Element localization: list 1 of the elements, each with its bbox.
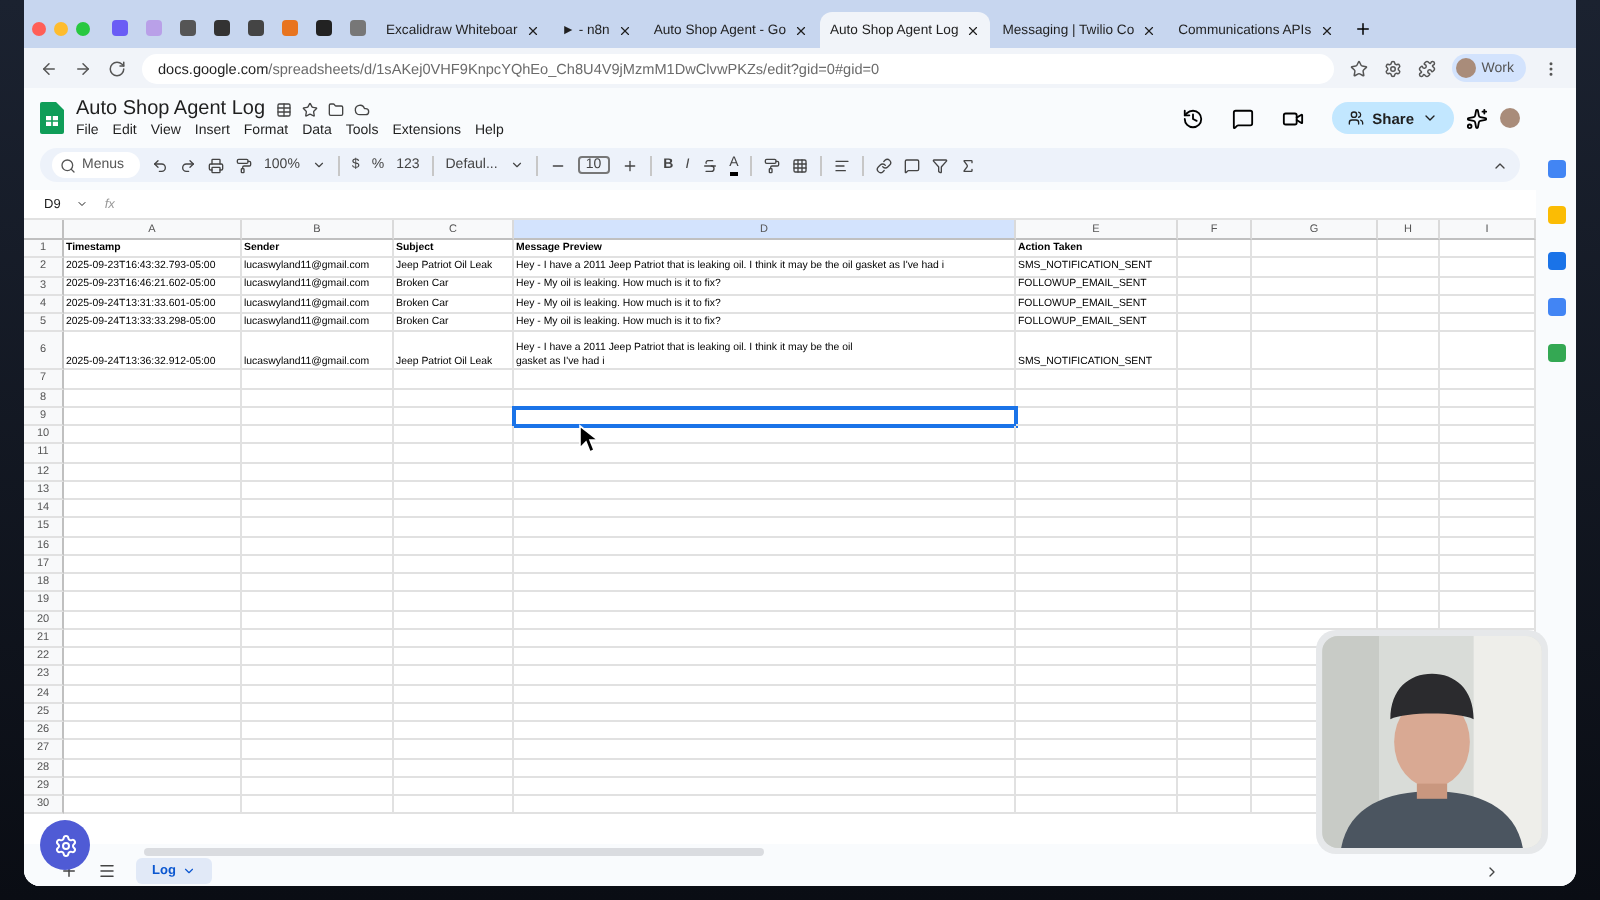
document-title[interactable]: Auto Shop Agent Log xyxy=(76,98,266,120)
